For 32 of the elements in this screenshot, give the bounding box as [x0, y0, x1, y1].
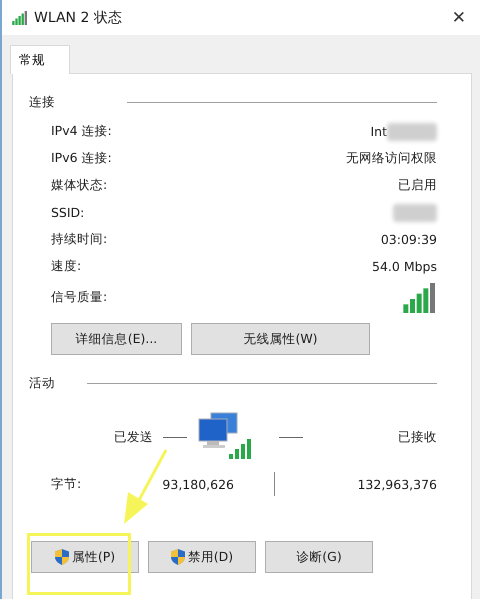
field-value: 无网络访问权限 [346, 150, 437, 167]
shield-icon [170, 549, 185, 565]
bytes-label: 字节: [51, 476, 82, 492]
dialog-button[interactable]: 禁用(D) [148, 541, 256, 573]
received-label: 已接收 [398, 428, 437, 446]
signal-icon [12, 10, 28, 24]
field-value: 已启用 [398, 177, 437, 194]
bytes-received: 132,963,376 [357, 476, 437, 492]
group-heading: 连接 [29, 94, 55, 110]
field-value: Int [370, 124, 387, 139]
tab[interactable]: 常规 [10, 45, 70, 74]
field-label: 信号质量: [51, 289, 108, 306]
field-label: SSID: [51, 205, 84, 220]
field-label: 速度: [51, 258, 82, 275]
redaction-blur [393, 204, 437, 222]
dialog-button[interactable]: 属性(P) [31, 541, 139, 573]
group-heading: 活动 [29, 374, 55, 392]
dialog-button[interactable]: 无线属性(W) [191, 323, 370, 355]
sent-label: 已发送 [114, 428, 153, 446]
close-button[interactable]: ✕ [448, 8, 470, 28]
field-label: 持续时间: [51, 231, 108, 248]
dialog-button[interactable]: 详细信息(E)... [51, 323, 182, 355]
shield-icon [54, 549, 69, 565]
bytes-sent: 93,180,626 [162, 476, 234, 492]
dialog-button[interactable]: 诊断(G) [265, 541, 373, 573]
field-label: 媒体状态: [51, 177, 108, 194]
field-value: 54.0 Mbps [372, 259, 437, 274]
window-title: WLAN 2 状态 [34, 8, 123, 26]
field-label: IPv4 连接: [51, 123, 112, 140]
field-value: 03:09:39 [380, 232, 437, 247]
field-label: IPv6 连接: [51, 150, 112, 167]
signal-strength-icon [403, 282, 437, 312]
